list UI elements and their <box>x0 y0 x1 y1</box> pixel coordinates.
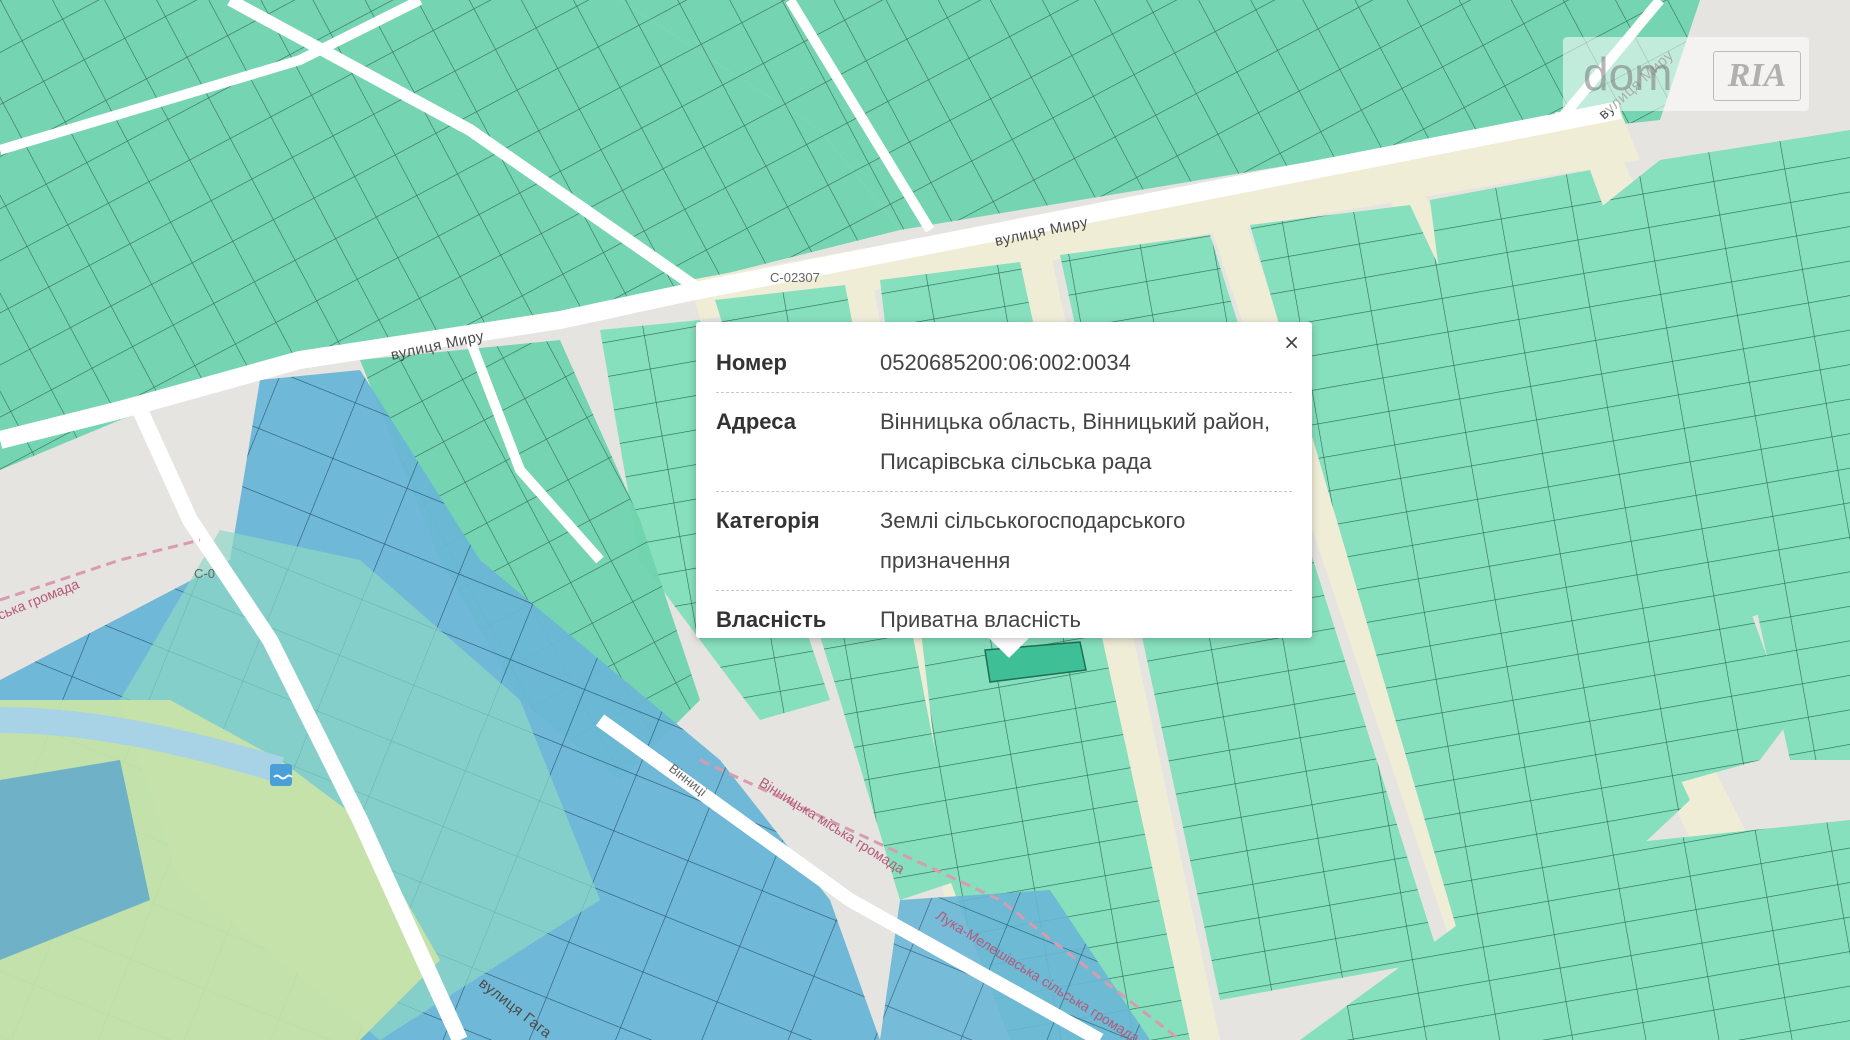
info-key: Власність <box>716 607 827 632</box>
parcel-info-popup: × Номер 0520685200:06:002:0034 Адреса Ві… <box>696 322 1312 638</box>
water-icon <box>270 764 293 786</box>
watermark: dom RIA <box>1563 37 1809 111</box>
info-value-address: Вінницька область, Вінницький район, Пис… <box>880 409 1271 474</box>
road-code-c0: C-0 <box>194 566 215 581</box>
road-code-c02307: C-02307 <box>770 270 820 285</box>
info-key: Адреса <box>716 409 796 434</box>
watermark-dom: dom <box>1583 48 1673 100</box>
cadastral-map[interactable]: вулиця Миру вулиця Миру вулиця Миру вули… <box>0 0 1850 1040</box>
parcel-info-table: Номер 0520685200:06:002:0034 Адреса Вінн… <box>716 334 1292 649</box>
info-row-number: Номер 0520685200:06:002:0034 <box>716 334 1292 393</box>
info-key: Номер <box>716 350 787 375</box>
watermark-ria-logo: RIA <box>1713 51 1801 101</box>
info-value-category: Землі сільськогосподарського призначення <box>880 508 1186 573</box>
info-row-category: Категорія Землі сільськогосподарського п… <box>716 492 1292 591</box>
info-row-ownership: Власність Приватна власність <box>716 591 1292 650</box>
info-row-address: Адреса Вінницька область, Вінницький рай… <box>716 393 1292 492</box>
info-value-number: 0520685200:06:002:0034 <box>880 350 1131 375</box>
info-key: Категорія <box>716 508 820 533</box>
info-value-ownership: Приватна власність <box>880 607 1081 632</box>
